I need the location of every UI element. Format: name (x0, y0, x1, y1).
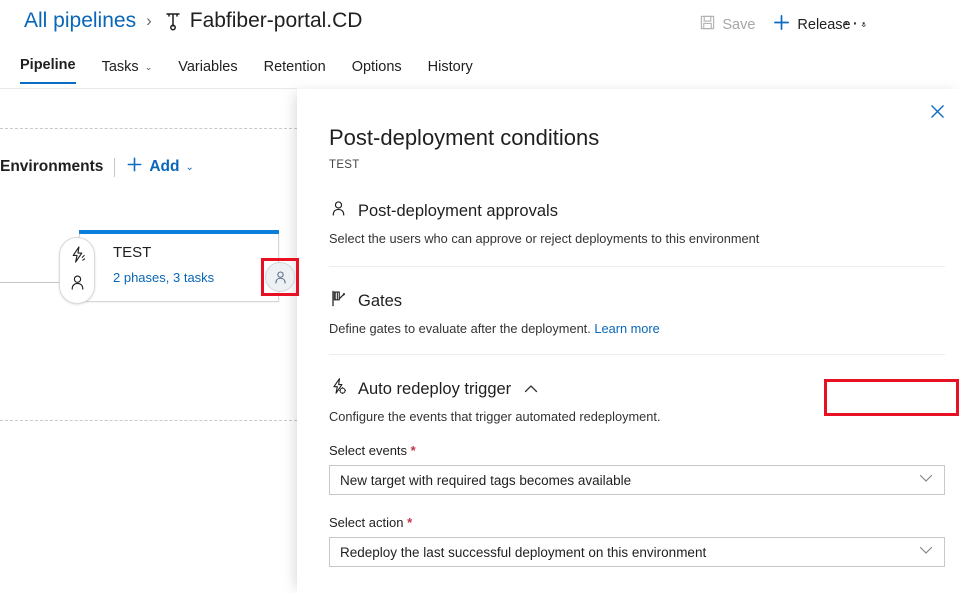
add-environment-label: Add (149, 158, 179, 176)
section-auto-redeploy-trigger: Auto redeploy trigger Configure the even… (329, 377, 945, 425)
chevron-down-icon: ⌄ (186, 162, 194, 173)
environment-card-test[interactable]: TEST 2 phases, 3 tasks (79, 234, 279, 302)
more-options-button[interactable]: ··· (843, 14, 869, 32)
app-root: All pipelines › Fabfiber-portal.CD Save (0, 0, 963, 593)
required-marker: * (407, 515, 412, 530)
section-divider (329, 266, 945, 267)
environment-card-summary[interactable]: 2 phases, 3 tasks (113, 270, 214, 285)
select-events-dropdown[interactable]: New target with required tags becomes av… (329, 465, 945, 495)
tab-history-label: History (428, 59, 473, 75)
field-select-events: Select events * New target with required… (329, 443, 945, 495)
pre-deployment-conditions-pill[interactable] (59, 237, 95, 304)
section-gates: Gates Define gates to evaluate after the… (329, 289, 945, 337)
environments-header: Environments Add ⌄ (0, 156, 194, 178)
canvas-guide-line-top (0, 128, 297, 129)
breadcrumb-current-pipeline: Fabfiber-portal.CD (190, 9, 363, 33)
plus-icon (126, 156, 143, 178)
section-divider (329, 354, 945, 355)
select-action-value: Redeploy the last successful deployment … (340, 545, 706, 560)
save-button[interactable]: Save (700, 15, 755, 34)
section-description-text: Define gates to evaluate after the deplo… (329, 321, 591, 336)
person-icon[interactable] (68, 273, 87, 297)
breadcrumb-all-pipelines[interactable]: All pipelines (24, 9, 136, 33)
save-label: Save (722, 17, 755, 33)
environment-card-name: TEST (113, 244, 151, 261)
tab-retention-label: Retention (264, 59, 326, 75)
header-divider (114, 158, 115, 177)
pipeline-icon (162, 10, 184, 32)
chevron-up-icon[interactable] (524, 384, 538, 394)
tab-retention[interactable]: Retention (264, 59, 326, 84)
breadcrumb-separator: › (146, 11, 152, 31)
select-action-label: Select action * (329, 515, 945, 530)
chevron-down-icon (919, 546, 933, 558)
chevron-down-icon: ⌄ (145, 62, 153, 73)
tab-variables-label: Variables (178, 59, 237, 75)
required-marker: * (411, 443, 416, 458)
canvas-guide-line-bottom (0, 420, 297, 421)
plus-icon (773, 14, 790, 35)
lightning-gear-icon (329, 377, 348, 401)
post-deployment-conditions-badge[interactable] (265, 262, 295, 292)
tab-tasks[interactable]: Tasks ⌄ (102, 59, 153, 84)
person-icon (329, 199, 348, 223)
close-icon[interactable] (924, 98, 950, 124)
environment-connector-line (0, 282, 60, 283)
pipeline-canvas: Environments Add ⌄ TEST 2 phases, 3 task… (0, 89, 297, 593)
add-environment-button[interactable]: Add ⌄ (126, 156, 194, 178)
select-events-value: New target with required tags becomes av… (340, 473, 631, 488)
page-title: Post-deployment conditions (329, 125, 599, 151)
environment-card-accent-bar (79, 230, 279, 234)
panel-subtitle: TEST (329, 159, 360, 171)
learn-more-link[interactable]: Learn more (594, 321, 659, 336)
section-title: Gates (358, 292, 402, 311)
chevron-down-icon (919, 474, 933, 486)
save-disk-icon (700, 15, 715, 34)
tab-pipeline-label: Pipeline (20, 57, 76, 73)
section-post-deployment-approvals: Post-deployment approvals Select the use… (329, 199, 945, 247)
section-title: Post-deployment approvals (358, 202, 558, 221)
pipeline-tabs: Pipeline Tasks ⌄ Variables Retention Opt… (20, 57, 473, 84)
select-action-dropdown[interactable]: Redeploy the last successful deployment … (329, 537, 945, 567)
select-events-label-text: Select events (329, 443, 407, 458)
section-title: Auto redeploy trigger (358, 380, 511, 399)
post-deployment-conditions-panel: Post-deployment conditions TEST Post-dep… (297, 89, 963, 593)
gates-icon (329, 289, 348, 313)
section-description: Define gates to evaluate after the deplo… (329, 320, 945, 337)
environments-label: Environments (0, 158, 103, 176)
section-description: Select the users who can approve or reje… (329, 230, 945, 247)
tab-pipeline[interactable]: Pipeline (20, 57, 76, 84)
lightning-trigger-icon[interactable] (68, 245, 87, 269)
select-events-label: Select events * (329, 443, 945, 458)
section-description: Configure the events that trigger automa… (329, 408, 945, 425)
tab-variables[interactable]: Variables (178, 59, 237, 84)
tab-history[interactable]: History (428, 59, 473, 84)
tab-tasks-label: Tasks (102, 59, 139, 75)
field-select-action: Select action * Redeploy the last succes… (329, 515, 945, 567)
tab-options[interactable]: Options (352, 59, 402, 84)
tab-options-label: Options (352, 59, 402, 75)
select-action-label-text: Select action (329, 515, 403, 530)
breadcrumb: All pipelines › Fabfiber-portal.CD (24, 9, 362, 33)
